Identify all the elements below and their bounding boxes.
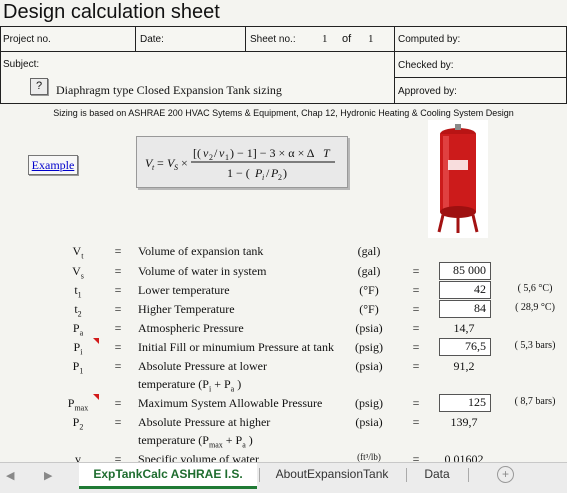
svg-text:2: 2	[209, 153, 213, 162]
comment-flag[interactable]	[93, 394, 99, 400]
sheet-total[interactable]: 1	[368, 33, 374, 45]
svg-text:/: /	[266, 166, 270, 180]
tab-exptankcalc[interactable]: ExpTankCalc ASHRAE I.S.	[79, 463, 257, 489]
tab-scroll-left-icon[interactable]: ◀	[6, 469, 14, 482]
svg-text:) − 1] − 3 × α × Δ: ) − 1] − 3 × α × Δ	[230, 146, 315, 160]
sheet-number[interactable]: 1	[322, 33, 328, 45]
svg-text:): )	[283, 166, 287, 180]
tab-scroll-right-icon[interactable]: ▶	[44, 469, 52, 482]
svg-text:×: ×	[181, 156, 188, 170]
svg-text:2: 2	[278, 173, 282, 182]
svg-text:=: =	[157, 156, 164, 170]
subject-label: Subject:	[3, 59, 40, 70]
checked-by-label: Checked by:	[398, 60, 454, 71]
svg-text:S: S	[174, 163, 178, 172]
svg-text:T: T	[323, 146, 331, 160]
initial-pressure-input[interactable]: 76,5	[439, 338, 491, 356]
formula-box: V t = V S × [( v 2 / v 1 ) − 1] − 3 × α …	[136, 136, 348, 188]
symbol: Vt	[72, 244, 84, 261]
svg-text:/: /	[214, 146, 218, 160]
water-volume-input[interactable]: 85 000	[439, 262, 491, 280]
subject-text: Diaphragm type Closed Expansion Tank siz…	[56, 83, 282, 97]
svg-text:1 − (: 1 − (	[227, 166, 250, 180]
date-label: Date:	[140, 34, 164, 45]
svg-text:[(: [(	[193, 146, 201, 160]
computed-by-label: Computed by:	[398, 34, 461, 45]
tab-about-expansion-tank[interactable]: AboutExpansionTank	[262, 463, 402, 486]
help-button[interactable]: ?	[30, 78, 48, 95]
worksheet: Design calculation sheet Project no. Dat…	[0, 0, 567, 462]
svg-text:1: 1	[225, 153, 229, 162]
sheet-tab-bar: ◀ ▶ ExpTankCalc ASHRAE I.S. AboutExpansi…	[0, 462, 567, 493]
sheet-of-label: of	[342, 33, 352, 45]
higher-temp-input[interactable]: 84	[439, 300, 491, 318]
page-title: Design calculation sheet	[3, 1, 220, 23]
project-no-label: Project no.	[3, 34, 51, 45]
comment-flag[interactable]	[93, 338, 99, 344]
sheet-no-label: Sheet no.:	[250, 34, 296, 45]
expansion-tank-image	[428, 120, 488, 238]
add-sheet-icon[interactable]: +	[497, 466, 514, 483]
basis-note: Sizing is based on ASHRAE 200 HVAC Sytem…	[53, 108, 514, 118]
atm-pressure-value: 14,7	[453, 321, 475, 335]
tab-data[interactable]: Data	[410, 463, 464, 486]
svg-text:t: t	[152, 163, 155, 172]
example-button[interactable]: Example	[28, 155, 78, 175]
expansion-tank-formula: V t = V S × [( v 2 / v 1 ) − 1] − 3 × α …	[145, 146, 335, 182]
svg-text:i: i	[262, 173, 264, 182]
max-pressure-input[interactable]: 125	[439, 394, 491, 412]
lower-temp-input[interactable]: 42	[439, 281, 491, 299]
approved-by-label: Approved by:	[398, 86, 457, 97]
